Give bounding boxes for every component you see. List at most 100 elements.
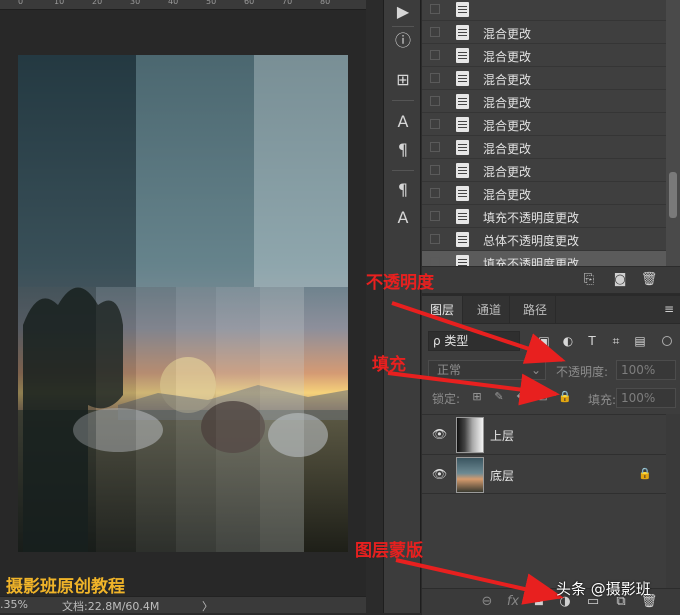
layer-name[interactable]: 底层 [490, 467, 514, 484]
new-document-from-state-icon[interactable]: ⎘ [580, 271, 598, 289]
status-arrow-button[interactable]: 〉 [202, 598, 213, 614]
zoom-level[interactable]: .35% [0, 598, 28, 611]
lock-image-icon[interactable]: ✎ [492, 390, 506, 404]
history-item-label: 混合更改 [483, 188, 532, 202]
layer-name[interactable]: 上层 [490, 427, 514, 444]
history-item[interactable]: 混合更改 [422, 159, 667, 182]
history-scrollbar[interactable] [666, 0, 680, 266]
ruler-label: 60 [244, 0, 255, 6]
snapshot-checkbox[interactable] [430, 73, 440, 83]
blend-mode-value: 正常 [437, 363, 462, 377]
history-item-label: 混合更改 [483, 119, 532, 133]
layer-kind-filter[interactable]: ρ 类型 [428, 331, 520, 351]
snapshot-checkbox[interactable] [430, 165, 440, 175]
filter-toggle[interactable] [662, 336, 672, 346]
history-item-label: 总体不透明度更改 [483, 234, 580, 248]
panel-menu-icon[interactable]: ≡ [664, 302, 674, 316]
play-icon[interactable]: ▶ [389, 0, 417, 24]
lock-position-icon[interactable]: ✥ [514, 390, 528, 404]
snapshot-checkbox[interactable] [430, 234, 440, 244]
snapshot-checkbox[interactable] [430, 27, 440, 37]
snapshot-checkbox[interactable] [430, 211, 440, 221]
history-state-icon [456, 48, 469, 63]
history-item[interactable]: 填充不透明度更改 [422, 205, 667, 228]
ruler-label: 20 [92, 0, 103, 6]
history-item[interactable]: 混合更改 [422, 113, 667, 136]
history-item[interactable]: 混合更改 [422, 182, 667, 205]
history-item[interactable]: 混合更改 [422, 44, 667, 67]
tool-presets-icon[interactable]: ⊞ [389, 68, 417, 92]
shape-filter-icon[interactable]: ⌗ [608, 333, 624, 349]
link-layers-icon[interactable]: ⊖ [478, 593, 496, 611]
canvas-area[interactable]: 0 10 20 30 40 50 60 70 80 摄影班原创教程 .35% 文… [0, 0, 366, 613]
smartobject-filter-icon[interactable]: ▤ [632, 333, 648, 349]
snapshot-checkbox[interactable] [430, 119, 440, 129]
paragraph-icon[interactable]: ¶ [389, 138, 417, 162]
snapshot-checkbox[interactable] [430, 4, 440, 14]
paragraph-style-icon[interactable]: ¶ [389, 178, 417, 202]
history-scroll-thumb[interactable] [669, 172, 677, 218]
annotation-mask: 图层蒙版 [355, 541, 423, 561]
history-item[interactable]: 混合更改 [422, 67, 667, 90]
lock-all-icon[interactable]: 🔒 [558, 390, 572, 404]
type-filter-icon[interactable]: T [584, 333, 600, 349]
tab-channels[interactable]: 通道 [469, 296, 511, 324]
layer-row-bottom[interactable]: 👁 底层 🔒 [422, 454, 666, 494]
layer-thumbnail [456, 417, 484, 453]
ruler-label: 50 [206, 0, 217, 6]
divider [392, 170, 414, 171]
lock-transparent-icon[interactable]: ⊞ [470, 390, 484, 404]
history-item-label: 填充不透明度更改 [483, 211, 580, 225]
blend-mode-select[interactable]: 正常 ⌄ [428, 360, 546, 380]
history-item-label: 混合更改 [483, 50, 532, 64]
layers-scrollbar[interactable] [666, 414, 680, 588]
history-item[interactable]: 混合更改 [422, 136, 667, 159]
fill-label: 填充: [588, 393, 617, 407]
history-item-label: 混合更改 [483, 142, 532, 156]
camera-icon[interactable]: ◙ [611, 271, 629, 289]
history-item[interactable]: 填充不透明度更改 [422, 251, 667, 266]
history-item[interactable]: 总体不透明度更改 [422, 228, 667, 251]
watermark-left: 摄影班原创教程 [6, 577, 125, 597]
layers-panel: 图层 通道 路径 ≡ ρ 类型 ▣ ◐ T ⌗ ▤ 正常 ⌄ 不透明度: 100%… [422, 294, 680, 615]
annotation-fill: 填充 [372, 355, 406, 375]
opacity-field[interactable]: 100% [616, 360, 676, 380]
history-footer: ⎘ ◙ 🗑 [422, 266, 680, 293]
history-state-icon [456, 163, 469, 178]
history-item[interactable]: 混合更改 [422, 21, 667, 44]
eye-icon[interactable]: 👁 [432, 427, 447, 441]
character-style-icon[interactable]: A [389, 206, 417, 230]
tab-paths[interactable]: 路径 [515, 296, 557, 324]
fill-field[interactable]: 100% [616, 388, 676, 408]
trash-icon[interactable]: 🗑 [640, 271, 658, 289]
layer-row-upper[interactable]: 👁 上层 [422, 414, 666, 454]
info-icon[interactable]: ⓘ [389, 29, 417, 53]
ruler: 0 10 20 30 40 50 60 70 80 [0, 0, 366, 10]
fx-icon[interactable]: fx [504, 593, 522, 611]
ruler-label: 0 [18, 0, 24, 6]
snapshot-checkbox[interactable] [430, 96, 440, 106]
snapshot-checkbox[interactable] [430, 142, 440, 152]
lock-artboard-icon[interactable]: ⊡ [536, 390, 550, 404]
ruler-label: 30 [130, 0, 141, 6]
snapshot-checkbox[interactable] [430, 188, 440, 198]
tab-layers[interactable]: 图层 [422, 296, 464, 324]
ruler-label: 40 [168, 0, 179, 6]
lock-label: 锁定: [432, 392, 461, 406]
add-layer-mask-icon[interactable]: ◘ [530, 593, 548, 611]
history-state-icon [456, 232, 469, 247]
snapshot-checkbox[interactable] [430, 257, 440, 266]
snapshot-checkbox[interactable] [430, 50, 440, 60]
divider [392, 26, 414, 27]
filter-row: ρ 类型 ▣ ◐ T ⌗ ▤ [422, 328, 680, 354]
history-item[interactable]: 混合更改 [422, 90, 667, 113]
adjustment-filter-icon[interactable]: ◐ [560, 333, 576, 349]
eye-icon[interactable]: 👁 [432, 467, 447, 481]
history-item-label: 填充不透明度更改 [483, 257, 580, 266]
ruler-label: 10 [54, 0, 65, 6]
history-item[interactable] [422, 0, 667, 21]
image-filter-icon[interactable]: ▣ [536, 333, 552, 349]
character-icon[interactable]: A [389, 110, 417, 134]
document-image[interactable] [18, 55, 348, 552]
history-panel: 混合更改 混合更改 混合更改 混合更改 混合更改 混合更改 混合更改 混合更改 填充不透明度更改… [422, 0, 680, 293]
